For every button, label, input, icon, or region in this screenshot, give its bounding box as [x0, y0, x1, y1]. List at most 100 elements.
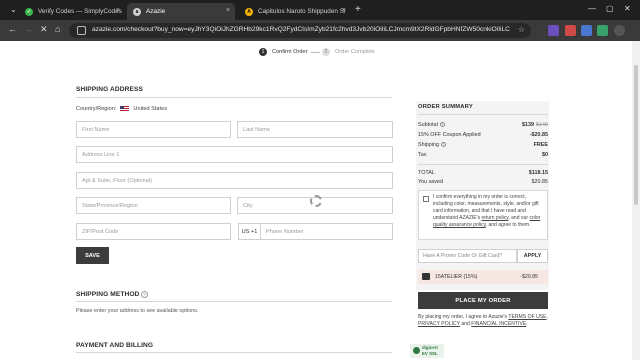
coupon-code: 15ATELIER (15%): [435, 274, 478, 280]
terms-of-use-link[interactable]: TERMS OF USE: [508, 314, 546, 320]
browser-tab-bar: ⌄ ✓ Verify Codes — SimplyCodes × a Azazi…: [0, 0, 640, 20]
step-number: 2: [322, 48, 330, 56]
info-icon[interactable]: ?: [141, 291, 148, 298]
minimize-icon[interactable]: —: [588, 4, 596, 13]
country-region: Country/Region: United States: [76, 106, 167, 112]
zip-field[interactable]: [76, 223, 231, 240]
tab-label: Capitulos Naruto Shippuden Si: [258, 8, 346, 15]
tab-search-icon[interactable]: ⌄: [10, 5, 17, 14]
section-divider: [76, 97, 392, 98]
tax-row: Tax $0: [418, 152, 548, 158]
terms-and: and: [461, 320, 470, 327]
stop-icon[interactable]: ✕: [40, 24, 48, 35]
close-icon[interactable]: ×: [226, 7, 230, 14]
scrollbar-thumb[interactable]: [634, 65, 638, 205]
state-input[interactable]: [77, 198, 230, 213]
home-icon[interactable]: ⌂: [55, 24, 60, 34]
bookmark-star-icon[interactable]: ☆: [518, 25, 525, 34]
close-icon[interactable]: ×: [342, 7, 346, 14]
extension-icon[interactable]: [565, 25, 576, 36]
loading-spinner-icon: [310, 195, 322, 207]
state-field[interactable]: [76, 197, 231, 214]
step-confirm-order: 1 Confirm Order: [259, 48, 307, 56]
forward-icon[interactable]: →: [24, 24, 33, 34]
last-name-field[interactable]: [237, 121, 393, 138]
phone-field[interactable]: [260, 223, 393, 240]
coupon-amount: -$20.85: [520, 274, 538, 280]
saved-row: You saved $20.85: [418, 179, 548, 185]
saved-value: $20.85: [531, 179, 549, 185]
profile-avatar-icon[interactable]: [614, 25, 625, 36]
tab-naruto[interactable]: A Capitulos Naruto Shippuden Si ×: [239, 3, 351, 20]
apply-button[interactable]: APPLY: [517, 249, 548, 263]
confirm-text: I confirm everything in my order is corr…: [433, 194, 545, 229]
tax-value: $0: [542, 152, 548, 158]
address-bar[interactable]: azazie.com/checkout?buy_now=eyJhY3QiOiJh…: [69, 23, 531, 38]
coupon-value: -$20.85: [529, 132, 548, 138]
first-name-input[interactable]: [77, 122, 230, 137]
summary-divider: [418, 114, 548, 115]
zip-input[interactable]: [77, 224, 230, 239]
terms-prefix: By placing my order, I agree to Azazie's: [418, 314, 508, 320]
tab-simplycodes[interactable]: ✓ Verify Codes — SimplyCodes ×: [19, 3, 125, 20]
new-tab-icon[interactable]: +: [355, 4, 361, 15]
address-line2-input[interactable]: [77, 173, 392, 188]
us-flag-icon: [120, 106, 130, 112]
financial-incentive-link[interactable]: FINANCIAL INCENTIVE: [471, 321, 526, 327]
step-label: Confirm Order: [272, 49, 308, 55]
total-row: TOTAL $118.15: [418, 170, 548, 176]
confirm-text-part: , and our: [508, 215, 529, 222]
step-label: Order Complete: [335, 49, 375, 55]
shipping-method-note: Please enter your address to see availab…: [76, 308, 199, 314]
info-icon[interactable]: ?: [439, 122, 445, 128]
total-value: $118.15: [528, 170, 548, 176]
maximize-icon[interactable]: ▢: [606, 4, 614, 13]
privacy-policy-link[interactable]: PRIVACY POLICY: [418, 321, 460, 327]
close-window-icon[interactable]: ✕: [624, 4, 631, 13]
check-circle-icon: ✓: [25, 7, 33, 16]
address-line2-field[interactable]: [76, 172, 393, 189]
place-order-button[interactable]: PLACE MY ORDER: [418, 292, 548, 309]
total-label: TOTAL: [418, 170, 435, 176]
shipping-address-title: SHIPPING ADDRESS: [76, 86, 143, 93]
country-code-select[interactable]: US +1: [238, 223, 260, 240]
azazie-logo-icon: a: [133, 7, 141, 16]
extension-icon[interactable]: [581, 25, 592, 36]
saved-label: You saved: [418, 179, 443, 185]
first-name-field[interactable]: [76, 121, 231, 138]
tab-label: Verify Codes — SimplyCodes: [38, 8, 122, 15]
coupon-label: 15% OFF Coupon Applied: [418, 132, 481, 138]
save-address-button[interactable]: SAVE: [76, 247, 109, 264]
coupon-tag-icon: [422, 273, 430, 280]
digicert-badge[interactable]: digicert EV SSL: [410, 344, 444, 358]
extension-icon[interactable]: [597, 25, 608, 36]
promo-code-input[interactable]: [419, 250, 516, 262]
tab-azazie[interactable]: a Azazie ×: [127, 3, 235, 20]
site-info-icon[interactable]: [77, 26, 86, 35]
coupon-row: 15% OFF Coupon Applied -$20.85: [418, 132, 548, 138]
back-icon[interactable]: ←: [8, 24, 17, 34]
promo-code-field[interactable]: [418, 249, 517, 263]
address-line1-field[interactable]: [76, 146, 393, 163]
confirm-checkbox[interactable]: [423, 196, 429, 202]
summary-divider: [418, 164, 548, 165]
phone-input[interactable]: [261, 224, 392, 239]
site-logo-icon: A: [245, 7, 253, 16]
return-policy-link[interactable]: return policy: [481, 215, 508, 221]
order-summary-title: ORDER SUMMARY: [418, 104, 473, 110]
url-text[interactable]: azazie.com/checkout?buy_now=eyJhY3QiOiJh…: [92, 26, 510, 33]
shipping-method-title: SHIPPING METHOD: [76, 291, 140, 298]
terms-text: By placing my order, I agree to Azazie's…: [418, 314, 548, 327]
step-connector: [311, 52, 320, 53]
applied-coupon: 15ATELIER (15%) -$20.85: [418, 270, 548, 284]
section-divider: [76, 352, 392, 353]
browser-toolbar: ← → ✕ ⌂ azazie.com/checkout?buy_now=eyJh…: [0, 20, 640, 41]
shipping-label: Shipping: [418, 142, 439, 148]
last-name-input[interactable]: [238, 122, 392, 137]
address-line1-input[interactable]: [77, 147, 392, 162]
extension-icon[interactable]: [548, 25, 559, 36]
step-order-complete: 2 Order Complete: [322, 48, 375, 56]
subtotal-original: $149: [536, 122, 548, 128]
info-icon[interactable]: ?: [440, 142, 446, 148]
close-icon[interactable]: ×: [116, 7, 120, 14]
